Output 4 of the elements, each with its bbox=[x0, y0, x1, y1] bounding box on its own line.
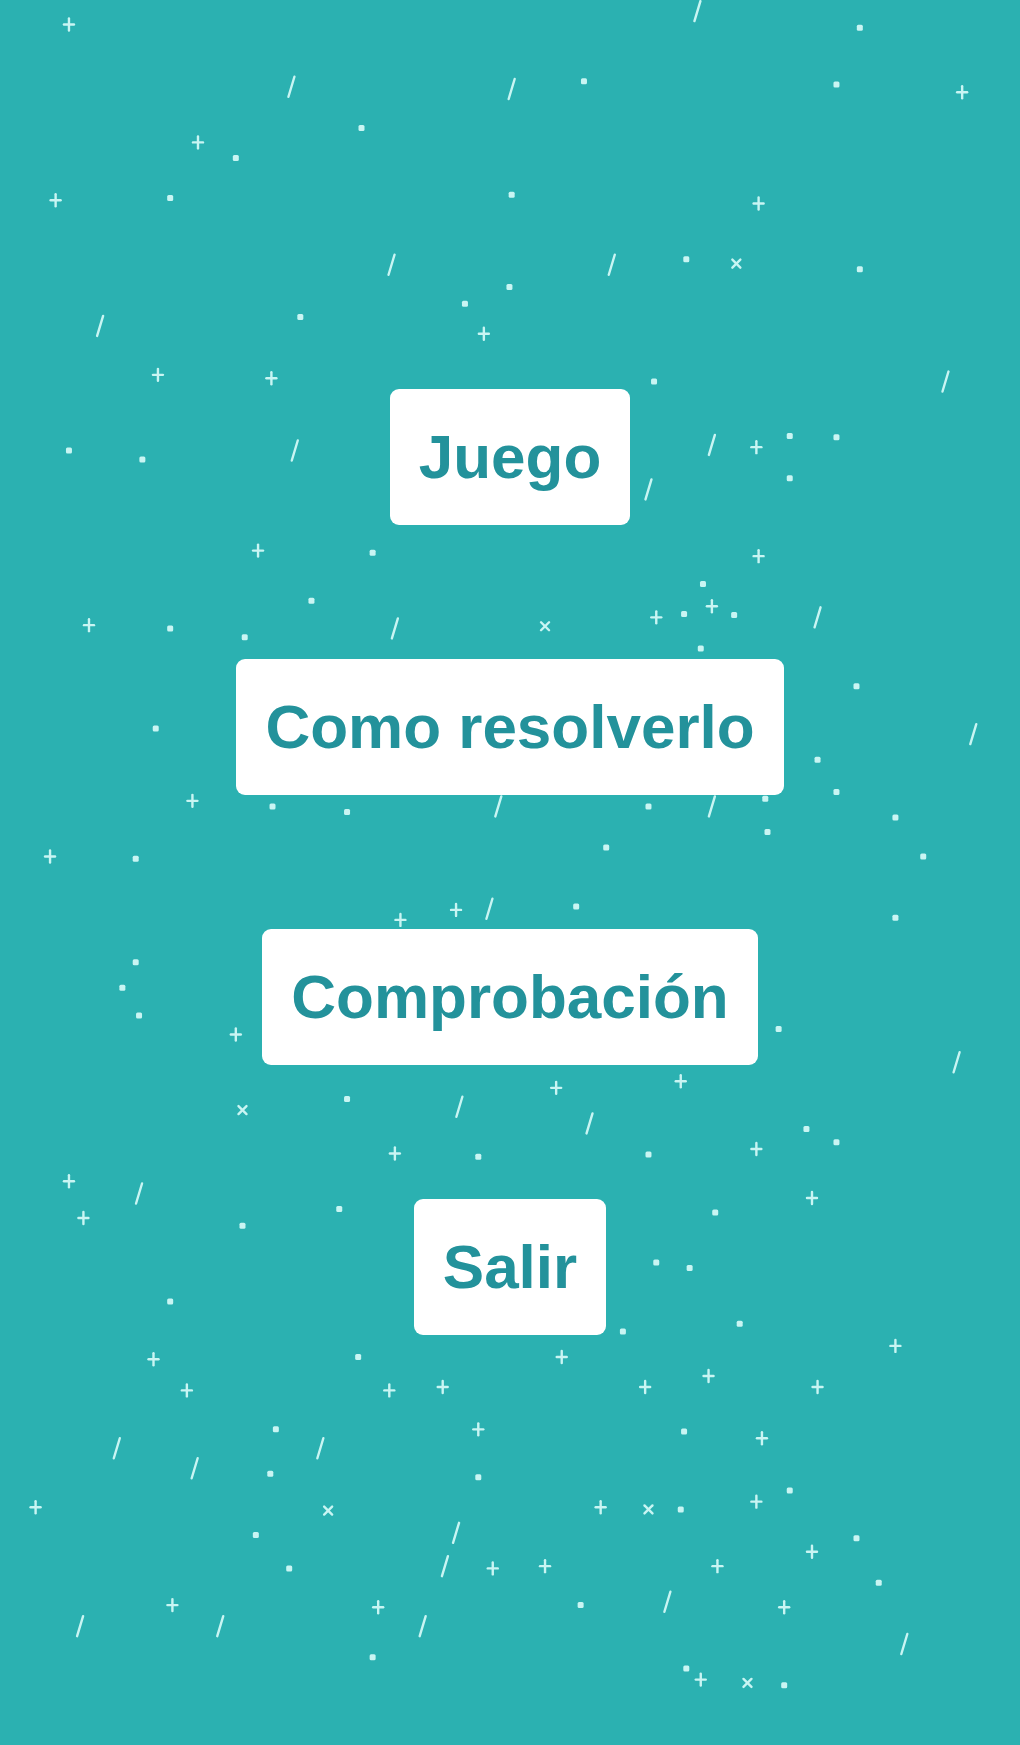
menu-button[interactable]: Como resolverlo bbox=[236, 659, 784, 795]
menu-button[interactable]: Juego bbox=[389, 389, 631, 525]
menu-button[interactable]: Salir bbox=[413, 1199, 607, 1335]
menu-button[interactable]: Comprobación bbox=[262, 929, 758, 1065]
